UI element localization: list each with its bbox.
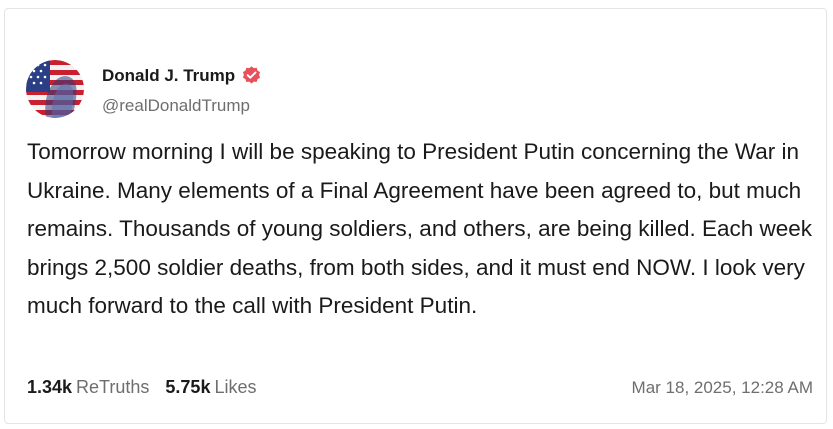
author-avatar[interactable] — [26, 60, 84, 118]
post-timestamp[interactable]: Mar 18, 2025, 12:28 AM — [632, 378, 813, 398]
likes-label: Likes — [214, 377, 257, 397]
likes-stat[interactable]: 5.75k Likes — [165, 377, 256, 398]
retruths-stat[interactable]: 1.34k ReTruths — [27, 377, 149, 398]
author-handle[interactable]: @realDonaldTrump — [102, 96, 250, 116]
retruths-count: 1.34k — [27, 377, 73, 397]
avatar-image — [26, 60, 84, 118]
retruths-label: ReTruths — [76, 377, 150, 397]
post-card: Donald J. Trump @realDonaldTrump Tomorro… — [4, 8, 827, 424]
likes-count: 5.75k — [165, 377, 211, 397]
post-body-text: Tomorrow morning I will be speaking to P… — [27, 139, 813, 318]
verified-badge-icon — [241, 65, 262, 86]
author-name-row: Donald J. Trump — [102, 65, 262, 86]
post-stats: 1.34k ReTruths 5.75k Likes — [27, 377, 272, 398]
author-display-name[interactable]: Donald J. Trump — [102, 66, 235, 86]
